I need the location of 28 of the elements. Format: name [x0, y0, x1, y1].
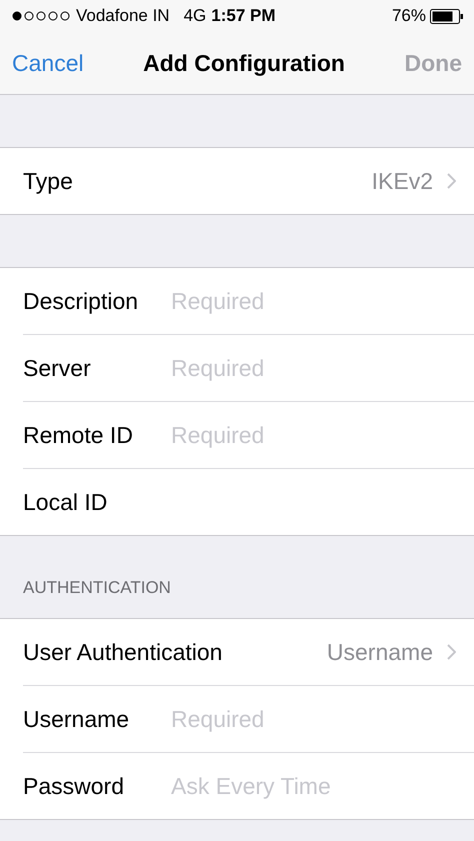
status-time: 1:57 PM — [211, 6, 276, 26]
cancel-button[interactable]: Cancel — [12, 50, 84, 76]
network-type: 4G — [184, 6, 206, 26]
row-label: Server — [23, 354, 92, 382]
chevron-icon — [447, 173, 456, 189]
chevron-icon — [447, 644, 456, 660]
settings-row[interactable]: Type IKEv2 — [23, 148, 474, 214]
row-label: Username — [23, 706, 130, 732]
row-label: Password — [23, 772, 125, 800]
row-label: Description — [23, 288, 140, 314]
text-field[interactable]: Required — [171, 281, 456, 321]
row-label: Local ID — [23, 488, 108, 516]
text-field[interactable]: Required — [171, 348, 456, 388]
row-value: IKEv2 — [372, 168, 433, 194]
signal-icon — [12, 11, 70, 21]
battery-percent: 76% — [392, 6, 426, 26]
row-label: Remote ID — [23, 422, 134, 448]
settings-row[interactable]: User Authentication Username — [23, 619, 474, 685]
text-field[interactable]: Required — [171, 415, 456, 455]
row-value: Username — [326, 638, 433, 666]
carrier-name: Vodafone IN — [76, 6, 170, 26]
nav-title: Add Configuration — [142, 50, 346, 76]
text-field[interactable]: Required — [171, 699, 456, 739]
section-header: AUTHENTICATION — [22, 577, 172, 599]
text-field[interactable]: Ask Every Time — [171, 766, 456, 806]
row-label: User Authentication — [23, 638, 222, 666]
battery-icon — [430, 8, 464, 24]
row-label: Type — [23, 168, 73, 194]
